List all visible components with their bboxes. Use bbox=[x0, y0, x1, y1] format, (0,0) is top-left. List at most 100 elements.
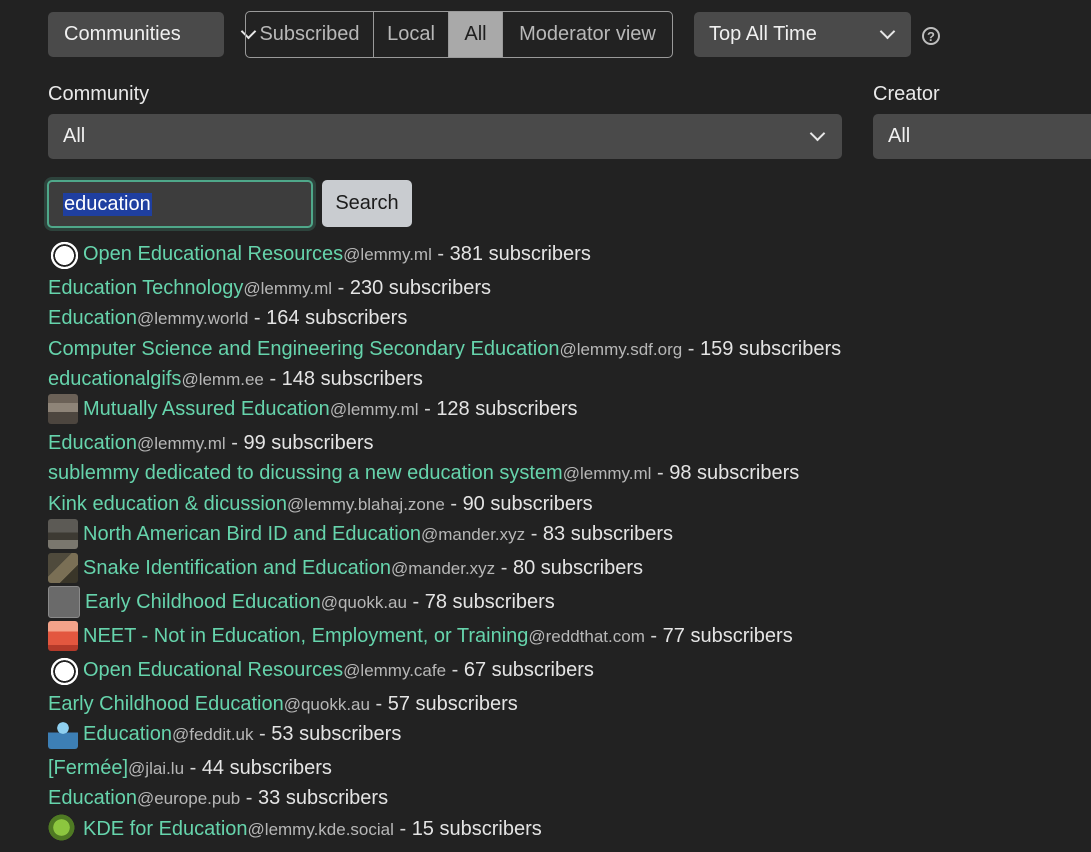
subscriber-count: 44 subscribers bbox=[201, 756, 332, 779]
community-result-row: Kink education & dicussion@lemmy.blahaj.… bbox=[48, 489, 593, 519]
community-link[interactable]: Computer Science and Engineering Seconda… bbox=[48, 338, 682, 361]
creator-select[interactable]: All bbox=[873, 114, 1091, 159]
separator: - bbox=[644, 624, 663, 647]
community-link[interactable]: Education Technology@lemmy.ml bbox=[48, 277, 332, 300]
separator: - bbox=[332, 276, 350, 299]
filter-moderator-view[interactable]: Moderator view bbox=[503, 12, 672, 57]
community-result-row: Education@lemmy.ml - 99 subscribers bbox=[48, 428, 374, 458]
search-button-label: Search bbox=[335, 192, 399, 214]
sort-value: Top All Time bbox=[709, 23, 817, 45]
community-instance: @lemm.ee bbox=[181, 369, 264, 389]
snake-photo-icon[interactable] bbox=[48, 553, 78, 583]
community-instance: @lemmy.kde.social bbox=[247, 819, 394, 839]
listing-filter-group: Subscribed Local All Moderator view bbox=[245, 11, 673, 58]
community-link[interactable]: [Fermée]@jlai.lu bbox=[48, 757, 184, 780]
subscriber-count: 78 subscribers bbox=[424, 590, 555, 613]
community-instance: @quokk.au bbox=[320, 592, 407, 612]
community-result-row: Education@feddit.uk - 53 subscribers bbox=[48, 719, 401, 749]
search-query-text: education bbox=[63, 192, 152, 216]
community-instance: @lemmy.ml bbox=[343, 244, 432, 264]
creator-select-value: All bbox=[888, 125, 911, 147]
community-link[interactable]: Early Childhood Education@quokk.au bbox=[85, 591, 407, 614]
community-name: KDE for Education bbox=[83, 817, 248, 840]
subscriber-count: 90 subscribers bbox=[462, 492, 593, 515]
community-instance: @reddthat.com bbox=[528, 626, 645, 646]
community-link[interactable]: Education@feddit.uk bbox=[83, 723, 254, 746]
community-label: Community bbox=[48, 83, 150, 105]
community-result-row: sublemmy dedicated to dicussing a new ed… bbox=[48, 458, 799, 488]
community-link[interactable]: North American Bird ID and Education@man… bbox=[83, 523, 525, 546]
community-link[interactable]: Education@lemmy.ml bbox=[48, 432, 226, 455]
community-link[interactable]: Education@lemmy.world bbox=[48, 307, 248, 330]
filter-moderator-view-label: Moderator view bbox=[519, 23, 656, 45]
community-name: Open Educational Resources bbox=[83, 242, 344, 265]
separator: - bbox=[248, 306, 267, 329]
community-result-row: Education@europe.pub - 33 subscribers bbox=[48, 783, 388, 813]
subscriber-count: 164 subscribers bbox=[266, 306, 408, 329]
subscriber-count: 381 subscribers bbox=[449, 242, 591, 265]
community-instance: @lemmy.cafe bbox=[343, 660, 447, 680]
community-instance: @lemmy.sdf.org bbox=[559, 339, 683, 359]
community-name: Snake Identification and Education bbox=[83, 556, 391, 579]
community-select[interactable]: All bbox=[48, 114, 842, 159]
community-link[interactable]: KDE for Education@lemmy.kde.social bbox=[83, 818, 394, 841]
filter-subscribed[interactable]: Subscribed bbox=[246, 12, 374, 57]
school-building-icon[interactable] bbox=[48, 621, 78, 651]
subscriber-count: 99 subscribers bbox=[243, 431, 374, 454]
community-instance: @lemmy.ml bbox=[243, 278, 333, 298]
help-icon[interactable]: ? bbox=[922, 27, 940, 45]
community-instance: @lemmy.ml bbox=[329, 399, 419, 419]
listing-type-dropdown[interactable]: Communities bbox=[48, 12, 257, 57]
community-instance: @quokk.au bbox=[283, 694, 370, 714]
community-name: Mutually Assured Education bbox=[83, 397, 330, 420]
kde-dragon-icon[interactable] bbox=[48, 814, 78, 844]
community-select-value: All bbox=[63, 125, 86, 147]
community-name: educationalgifs bbox=[48, 367, 182, 390]
community-instance: @jlai.lu bbox=[128, 758, 185, 778]
subscriber-count: 77 subscribers bbox=[662, 624, 793, 647]
separator: - bbox=[446, 658, 464, 681]
community-link[interactable]: Education@europe.pub bbox=[48, 787, 240, 810]
community-result-row: Education@lemmy.world - 164 subscribers bbox=[48, 303, 407, 333]
community-name: Education bbox=[48, 431, 137, 454]
community-link[interactable]: Mutually Assured Education@lemmy.ml bbox=[83, 398, 419, 421]
filter-local[interactable]: Local bbox=[374, 12, 449, 57]
bird-photo-icon[interactable] bbox=[48, 519, 78, 549]
community-link[interactable]: NEET - Not in Education, Employment, or … bbox=[83, 625, 645, 648]
community-link[interactable]: educationalgifs@lemm.ee bbox=[48, 368, 264, 391]
community-instance: @lemmy.world bbox=[136, 308, 249, 328]
filter-subscribed-label: Subscribed bbox=[259, 23, 360, 45]
community-link[interactable]: Open Educational Resources@lemmy.cafe bbox=[83, 659, 446, 682]
separator: - bbox=[184, 756, 202, 779]
community-result-row: Open Educational Resources@lemmy.ml - 38… bbox=[48, 239, 591, 269]
search-input[interactable]: education bbox=[47, 180, 313, 228]
community-name: [Fermée] bbox=[48, 756, 129, 779]
search-button[interactable]: Search bbox=[322, 180, 412, 227]
image-placeholder-icon[interactable] bbox=[48, 586, 80, 618]
community-link[interactable]: Open Educational Resources@lemmy.ml bbox=[83, 243, 432, 266]
separator: - bbox=[240, 786, 259, 809]
sort-dropdown[interactable]: Top All Time bbox=[694, 12, 911, 57]
community-name: Education bbox=[83, 722, 172, 745]
building-icon[interactable] bbox=[48, 394, 78, 424]
subscriber-count: 98 subscribers bbox=[669, 461, 800, 484]
community-name: NEET - Not in Education, Employment, or … bbox=[83, 624, 529, 647]
filter-all[interactable]: All bbox=[449, 12, 503, 57]
community-result-row: Open Educational Resources@lemmy.cafe - … bbox=[48, 655, 594, 685]
community-link[interactable]: sublemmy dedicated to dicussing a new ed… bbox=[48, 462, 651, 485]
separator: - bbox=[444, 492, 463, 515]
globe-icon[interactable] bbox=[48, 239, 78, 269]
community-link[interactable]: Kink education & dicussion@lemmy.blahaj.… bbox=[48, 493, 445, 516]
community-link[interactable]: Snake Identification and Education@mande… bbox=[83, 557, 495, 580]
reading-person-icon[interactable] bbox=[48, 719, 78, 749]
chevron-down-icon bbox=[879, 23, 896, 40]
separator: - bbox=[431, 242, 450, 265]
community-instance: @feddit.uk bbox=[171, 724, 254, 744]
subscriber-count: 148 subscribers bbox=[281, 367, 423, 390]
subscriber-count: 128 subscribers bbox=[436, 397, 578, 420]
separator: - bbox=[253, 722, 272, 745]
community-link[interactable]: Early Childhood Education@quokk.au bbox=[48, 693, 370, 716]
subscriber-count: 80 subscribers bbox=[512, 556, 644, 579]
globe-icon[interactable] bbox=[48, 655, 78, 685]
filter-all-label: All bbox=[464, 23, 487, 45]
